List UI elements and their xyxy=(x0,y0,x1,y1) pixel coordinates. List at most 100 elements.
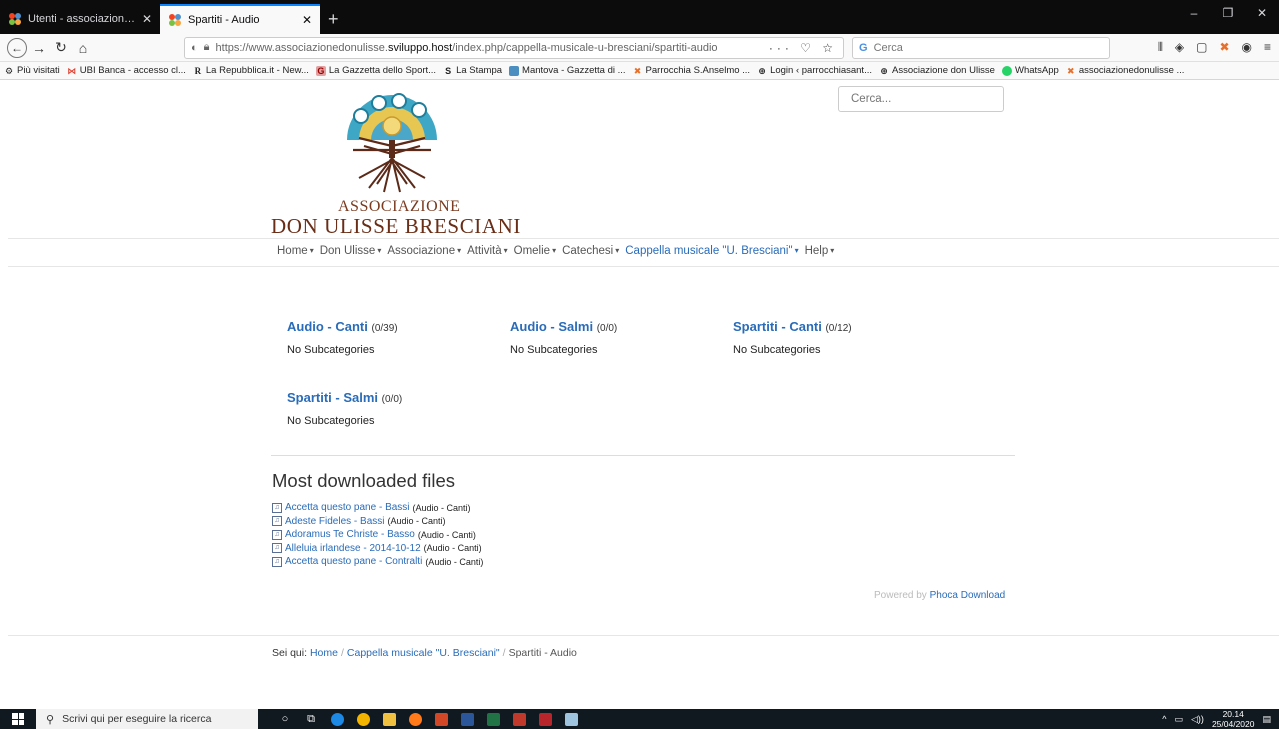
category-title[interactable]: Audio - Salmi xyxy=(510,319,593,334)
bookmark-item[interactable]: ✖ associazionedonulisse ... xyxy=(1066,65,1184,76)
browser-search-box[interactable]: G Cerca xyxy=(852,36,1110,59)
category-link[interactable]: Spartiti - Canti (0/12) xyxy=(733,319,852,334)
category-subcategories: No Subcategories xyxy=(287,344,375,356)
menu-item-cappella-musicale[interactable]: Cappella musicale "U. Bresciani" ▾ xyxy=(625,245,798,257)
account-icon[interactable]: ◉ xyxy=(1242,40,1252,55)
clock-time: 20.14 xyxy=(1222,709,1244,719)
bookmark-item[interactable]: ⊕ Login ‹ parrocchiasant... xyxy=(757,65,872,76)
bookmark-item[interactable]: ⚙ Più visitati xyxy=(4,65,60,76)
category-link[interactable]: Audio - Canti (0/39) xyxy=(287,319,398,334)
bookmark-item[interactable]: S La Stampa xyxy=(443,65,502,76)
breadcrumb-parent[interactable]: Cappella musicale "U. Bresciani" xyxy=(347,647,500,659)
restore-icon[interactable]: ❐ xyxy=(1211,0,1245,28)
bookmark-item[interactable]: ⊕ Associazione don Ulisse xyxy=(879,65,995,76)
reader-view-icon[interactable]: ▢ xyxy=(1196,40,1207,55)
chrome-icon[interactable] xyxy=(350,709,376,729)
menu-item-don-ulisse[interactable]: Don Ulisse ▾ xyxy=(320,245,382,257)
bookmark-item[interactable]: R La Repubblica.it - New... xyxy=(193,65,309,76)
notifications-icon[interactable]: ▤ xyxy=(1262,714,1271,725)
menu-item-home[interactable]: Home ▾ xyxy=(277,245,314,257)
menu-item-omelie[interactable]: Omelie ▾ xyxy=(514,245,556,257)
close-tab-icon[interactable]: ✕ xyxy=(142,12,152,26)
bookmark-item[interactable]: Mantova - Gazzetta di ... xyxy=(509,65,626,76)
network-icon[interactable]: ▭ xyxy=(1175,714,1184,725)
navigation-toolbar: ← → ↻ ⌂ ◐ 🔒︎ https://www.associazionedon… xyxy=(0,34,1279,62)
task-view-icon[interactable]: ⧉ xyxy=(298,709,324,729)
cortana-icon[interactable]: ○ xyxy=(272,709,298,729)
powerpoint-icon[interactable] xyxy=(428,709,454,729)
menu-item-attivita[interactable]: Attività ▾ xyxy=(467,245,508,257)
minimize-icon[interactable]: – xyxy=(1177,0,1211,28)
window-controls: – ❐ ✕ xyxy=(1177,0,1279,28)
back-button[interactable]: ← xyxy=(6,37,28,58)
caret-down-icon: ▾ xyxy=(830,246,835,255)
joomla-extension-icon[interactable]: ✖ xyxy=(1219,40,1229,55)
bookmark-label: La Stampa xyxy=(456,65,503,76)
download-link[interactable]: Alleluia irlandese - 2014-10-12 xyxy=(285,543,421,554)
clock-date: 25/04/2020 xyxy=(1211,719,1255,729)
bookmark-label: La Repubblica.it - New... xyxy=(205,65,309,76)
ubi-icon: ⋈ xyxy=(67,65,77,76)
start-button[interactable] xyxy=(0,709,36,729)
download-link[interactable]: Adeste Fideles - Bassi xyxy=(285,516,385,527)
toolbar-icons: ⫴ ◈ ▢ ✖ ◉ ≡ xyxy=(1158,40,1273,55)
chevron-up-icon[interactable]: ^ xyxy=(1162,714,1166,724)
new-tab-button[interactable]: + xyxy=(320,4,347,34)
app-icon[interactable] xyxy=(558,709,584,729)
excel-icon[interactable] xyxy=(480,709,506,729)
category-link[interactable]: Spartiti - Salmi (0/0) xyxy=(287,390,402,405)
menu-icon[interactable]: ≡ xyxy=(1264,40,1271,55)
filezilla-icon[interactable] xyxy=(532,709,558,729)
download-link[interactable]: Accetta questo pane - Contralti xyxy=(285,556,422,567)
library-icon[interactable]: ⫴ xyxy=(1158,40,1163,55)
site-search-input[interactable] xyxy=(838,86,1004,112)
category-title[interactable]: Spartiti - Canti xyxy=(733,319,822,334)
menu-item-associazione[interactable]: Associazione ▾ xyxy=(387,245,461,257)
download-link[interactable]: Adoramus Te Christe - Basso xyxy=(285,529,415,540)
bookmark-item[interactable]: ✖ Parrocchia S.Anselmo ... xyxy=(633,65,750,76)
reload-button[interactable]: ↻ xyxy=(50,39,72,56)
volume-icon[interactable]: ◁)) xyxy=(1191,714,1204,725)
home-icon[interactable]: ⌂ xyxy=(72,40,94,56)
category-count: (0/12) xyxy=(825,323,852,334)
back-arrow-icon: ← xyxy=(7,37,27,58)
bookmark-item[interactable]: G La Gazzetta dello Sport... xyxy=(315,65,436,76)
clock[interactable]: 20.14 25/04/2020 xyxy=(1212,709,1255,729)
section-divider xyxy=(271,455,1015,456)
download-link[interactable]: Accetta questo pane - Bassi xyxy=(285,502,410,513)
tab-spartiti-audio[interactable]: Spartiti - Audio ✕ xyxy=(160,4,320,34)
category-title[interactable]: Spartiti - Salmi xyxy=(287,390,378,405)
phoca-download-link[interactable]: Phoca Download xyxy=(930,590,1006,601)
file-explorer-icon[interactable] xyxy=(376,709,402,729)
tab-title: Spartiti - Audio xyxy=(188,14,260,26)
list-item: ♫ Accetta questo pane - Bassi (Audio - Can… xyxy=(272,501,483,515)
category-title[interactable]: Audio - Canti xyxy=(287,319,368,334)
windows-taskbar: ⚲ Scrivi qui per eseguire la ricerca ○ ⧉… xyxy=(0,709,1279,729)
tab-utenti[interactable]: Utenti - associazionedonulisse ✕ xyxy=(0,4,160,34)
page-actions-icon[interactable]: ··· ♡ ☆ xyxy=(769,41,837,55)
category-link[interactable]: Audio - Salmi (0/0) xyxy=(510,319,617,334)
firefox-icon[interactable] xyxy=(402,709,428,729)
url-bar[interactable]: ◐ 🔒︎ https://www.associazionedonulisse.s… xyxy=(184,36,844,59)
menu-label: Attività xyxy=(467,245,502,257)
word-icon[interactable] xyxy=(454,709,480,729)
extension-icon[interactable]: ◈ xyxy=(1175,40,1184,55)
breadcrumb-home[interactable]: Home xyxy=(310,647,338,659)
shield-icon[interactable]: ◐ xyxy=(191,42,198,54)
menu-label: Don Ulisse xyxy=(319,245,376,257)
pdf-icon[interactable] xyxy=(506,709,532,729)
menu-item-catechesi[interactable]: Catechesi ▾ xyxy=(562,245,619,257)
forward-button[interactable]: → xyxy=(28,40,50,56)
menu-item-help[interactable]: Help ▾ xyxy=(805,245,835,257)
bookmark-item[interactable]: ⋈ UBI Banca - accesso cl... xyxy=(67,65,186,76)
close-window-icon[interactable]: ✕ xyxy=(1245,0,1279,28)
gazzetta-icon: G xyxy=(315,65,326,76)
close-tab-icon[interactable]: ✕ xyxy=(302,13,312,27)
globe-icon: ⊕ xyxy=(758,65,766,76)
bookmark-label: WhatsApp xyxy=(1014,65,1059,76)
edge-icon[interactable] xyxy=(324,709,350,729)
menu-label: Associazione xyxy=(387,245,456,257)
menu-label: Cappella musicale "U. Bresciani" xyxy=(625,245,793,257)
taskbar-search[interactable]: ⚲ Scrivi qui per eseguire la ricerca xyxy=(36,709,258,729)
bookmark-item[interactable]: WhatsApp xyxy=(1001,65,1059,76)
